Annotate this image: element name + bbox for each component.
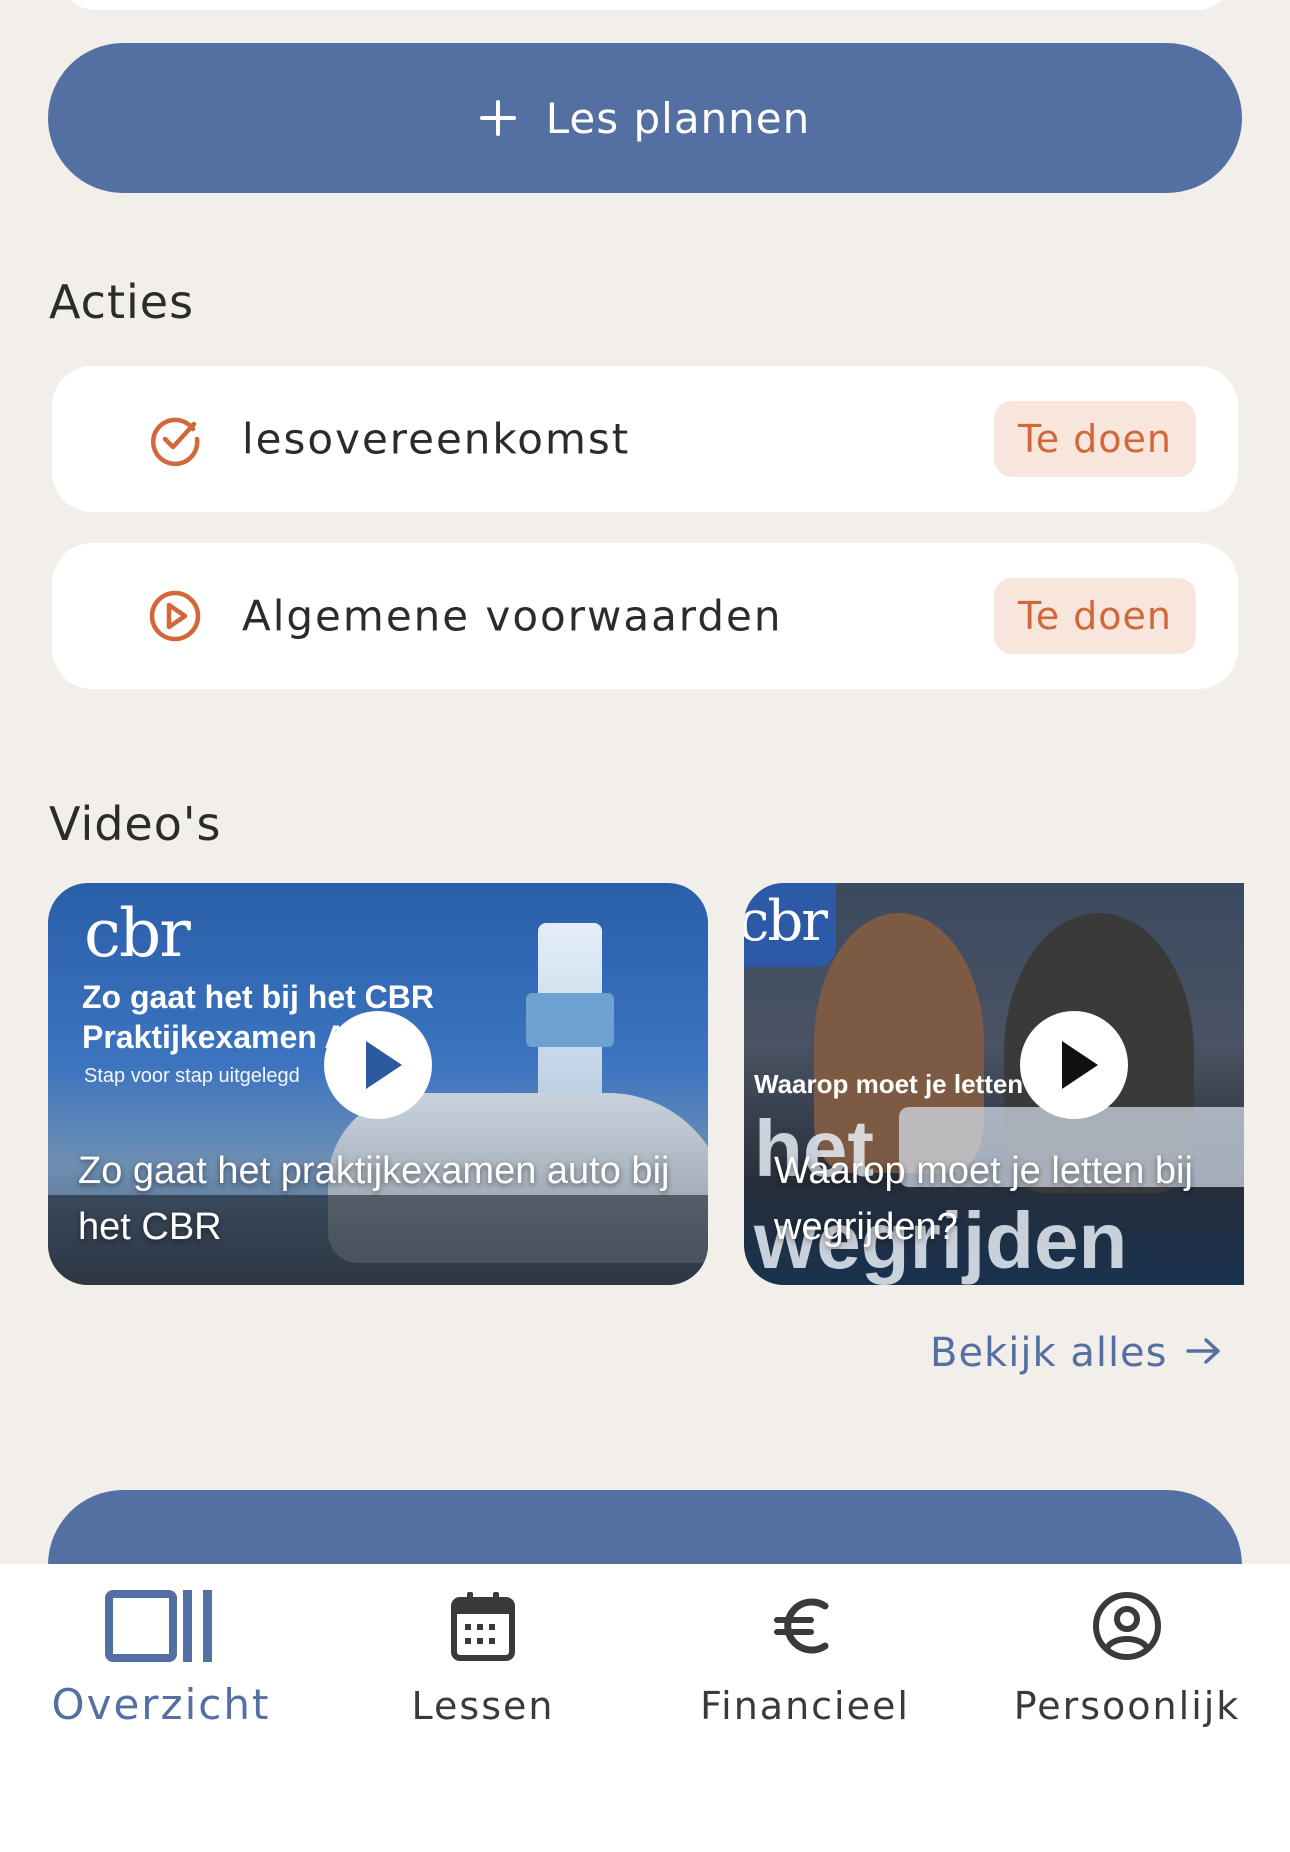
euro-icon [745,1586,865,1666]
nav-item-persoonlijk[interactable]: Persoonlijk [966,1564,1288,1764]
action-item-lesovereenkomst[interactable]: lesovereenkomst Te doen [52,366,1238,512]
video-caption: Zo gaat het praktijkexamen auto bij het … [78,1150,670,1248]
nav-label: Financieel [700,1684,910,1728]
action-item-label: lesovereenkomst [242,414,631,464]
nav-label: Lessen [411,1684,555,1728]
nav-item-overzicht[interactable]: Overzicht [0,1564,322,1764]
action-item-algemene-voorwaarden[interactable]: Algemene voorwaarden Te doen [52,543,1238,689]
check-circle-icon [148,412,202,467]
plan-lesson-button[interactable]: Les plannen [48,43,1242,193]
videos-title: Video's [49,797,222,851]
actions-title: Acties [49,275,195,329]
calendar-icon [423,1586,543,1666]
arrow-right-icon [1185,1330,1222,1376]
thumbnail-subline: Stap voor stap uitgelegd [84,1065,300,1087]
video-caption: Waarop moet je letten bij wegrijden? [774,1150,1193,1248]
video-card-praktijkexamen[interactable]: cbr Zo gaat het bij het CBR Praktijkexam… [48,883,708,1285]
plus-icon [479,100,516,136]
thumbnail-headline: Waarop moet je letten bij [754,1069,1061,1099]
plan-lesson-label: Les plannen [545,93,811,143]
action-item-label: Algemene voorwaarden [242,591,783,641]
dashboard-icon [101,1586,221,1666]
video-card-wegrijden[interactable]: cbr het wegrijden Waarop moet je letten … [744,883,1244,1285]
play-icon[interactable] [324,1011,432,1119]
previous-card-edge [56,0,1236,10]
see-all-link[interactable]: Bekijk alles [930,1330,1222,1376]
status-badge: Te doen [994,578,1196,654]
nav-item-financieel[interactable]: Financieel [644,1564,966,1764]
play-icon[interactable] [1020,1011,1128,1119]
nav-label: Overzicht [51,1680,271,1729]
play-circle-icon [148,589,202,643]
nav-item-lessen[interactable]: Lessen [322,1564,644,1764]
cbr-logo: cbr [744,889,828,954]
bottom-navigation: Overzicht Lessen Financieel Persoonlijk [0,1564,1290,1852]
status-badge: Te doen [994,401,1196,477]
nav-label: Persoonlijk [1013,1684,1241,1728]
cbr-logo: cbr [84,895,191,972]
user-circle-icon [1067,1586,1187,1666]
see-all-label: Bekijk alles [930,1330,1168,1376]
